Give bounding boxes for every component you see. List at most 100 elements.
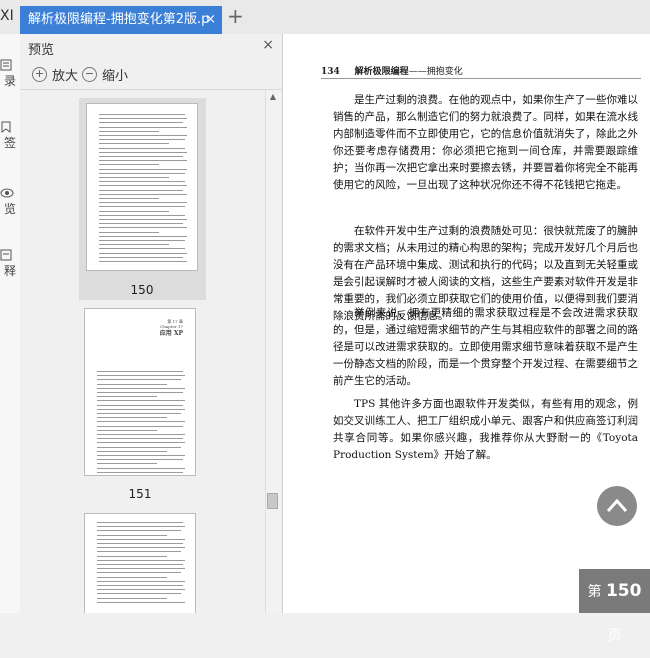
paragraph: 举例来说，拥有更精细的需求获取过程是不会改进需求获取的，但是，通过缩短需求细节的… <box>333 307 638 387</box>
previous-tab-fragment[interactable]: XI <box>0 8 14 24</box>
page-thumbnail-152[interactable] <box>84 513 196 613</box>
thumbnail-page-number: 150 <box>130 283 154 297</box>
thumbnail-page-number: 151 <box>128 487 152 501</box>
zoom-out-button[interactable]: − 缩小 <box>82 65 128 84</box>
thumbnail-text-line <box>99 114 185 115</box>
panel-divider <box>20 89 282 90</box>
scrollbar-thumb[interactable] <box>267 493 278 509</box>
thumbnail-text-line <box>97 434 185 435</box>
zoom-in-button[interactable]: + 放大 <box>32 65 78 84</box>
thumbnail-text-line <box>97 564 183 565</box>
thumbnail-text-line <box>97 580 185 582</box>
new-tab-button[interactable]: + <box>227 5 244 27</box>
thumbnail-text-line <box>97 421 185 423</box>
thumbnail-text-line <box>99 164 159 166</box>
thumbnail-text-line <box>99 185 187 187</box>
nav-item-preview[interactable]: 览 <box>0 186 20 217</box>
nav-item-toc[interactable]: 录 <box>0 58 20 89</box>
thumbnail-text-line <box>99 130 159 132</box>
thumbnail-text-line <box>97 375 185 377</box>
nav-item-label: 览 <box>3 202 16 216</box>
document-tab-active[interactable]: 解析极限编程-拥抱变化第2版.p × <box>20 6 222 34</box>
page-header: 134 解析极限编程——拥抱变化 <box>321 64 463 77</box>
thumbnail-text-line <box>97 526 185 528</box>
left-side-nav: 录 签 览 释 <box>0 34 21 613</box>
thumbnail-text-line <box>97 379 181 381</box>
chevron-up-icon <box>606 498 628 513</box>
close-icon[interactable]: × <box>205 6 216 34</box>
thumbnail-text-line <box>99 219 187 220</box>
thumbnail-text-line <box>97 387 185 389</box>
thumbnail-text-line <box>97 522 183 523</box>
thumbnail-text-line <box>97 589 185 591</box>
thumbnail-text-line <box>97 585 183 586</box>
thumbnail-text-line <box>97 543 183 544</box>
list-icon <box>0 59 12 71</box>
page-badge-prefix: 第 <box>587 584 602 600</box>
panel-title: 预览 <box>28 43 55 58</box>
thumbnail-text-line <box>97 572 181 574</box>
thumbnail-text-line <box>97 392 183 393</box>
nav-item-label: 释 <box>3 264 16 278</box>
thumbnail-text-line <box>97 538 185 540</box>
thumbnail-text-line <box>97 530 181 532</box>
thumbnail-text-line <box>99 151 187 153</box>
bookmark-icon <box>1 121 11 133</box>
thumbnail-text-line <box>99 252 187 254</box>
thumbnail-text-line <box>97 459 183 461</box>
thumbnail-text-line <box>97 408 185 410</box>
thumbnail-text-line <box>97 597 167 599</box>
page-thumbnail-151[interactable]: 第 17 章 Chapter 17 应用 XP <box>84 308 196 476</box>
thumbnail-text-line <box>99 181 185 183</box>
thumbnail-text-line <box>97 442 185 444</box>
page-thumbnail-150[interactable] <box>86 103 198 271</box>
thumbnail-text-line <box>99 160 187 162</box>
thumbnail-text-line <box>97 396 157 398</box>
thumbnail-text-line <box>99 231 159 233</box>
thumbnail-text-line <box>99 244 169 246</box>
thumbnail-text-line <box>99 206 185 208</box>
thumbnail-text-line <box>99 118 187 120</box>
thumbnail-text-line <box>99 193 187 195</box>
thumbnail-text-line <box>99 261 187 262</box>
thumbnail-text-line <box>97 559 185 561</box>
annotation-icon <box>0 249 12 261</box>
thumbnail-text-line <box>99 210 169 212</box>
thumbnail-text-line <box>99 189 183 191</box>
thumbnail-text-line <box>97 438 183 440</box>
thumbnail-text-line <box>97 383 167 385</box>
thumbnail-text-line <box>99 139 185 141</box>
nav-item-label: 签 <box>3 136 16 150</box>
page-badge-suffix: 页 <box>607 628 622 644</box>
thumbnail-text-line <box>97 593 181 595</box>
thumbnail-text-line <box>97 371 183 372</box>
thumbnail-text-line <box>97 467 185 469</box>
scroll-up-arrow-icon[interactable]: ▲ <box>266 90 280 104</box>
thumbnail-text-line <box>97 471 183 473</box>
paragraph: 是生产过剩的浪费。在他的观点中，如果你生产了一些你难以销售的产品，那么制造它们的… <box>333 94 638 191</box>
thumbnail-text-line <box>99 248 185 250</box>
preview-scrollbar[interactable]: ▲ <box>265 90 280 613</box>
thumbnail-text-line <box>97 534 167 536</box>
book-subtitle: ——拥抱变化 <box>408 67 463 77</box>
nav-item-annotations[interactable]: 释 <box>0 248 20 279</box>
thumbnail-text-line <box>99 168 187 170</box>
thumbnail-text-line <box>99 122 183 124</box>
thumbnail-text-line <box>97 555 167 557</box>
scroll-to-top-button[interactable] <box>597 486 637 526</box>
page-badge-number: 150 <box>605 581 642 601</box>
thumbnail-text-line <box>97 425 183 427</box>
close-icon[interactable]: × <box>262 37 274 53</box>
zoom-in-icon: + <box>32 67 47 82</box>
thumbnail-text-line <box>99 156 183 157</box>
thumbnail-text-line <box>97 551 181 553</box>
zoom-out-icon: − <box>82 67 97 82</box>
thumbnail-text-line <box>99 214 185 216</box>
thumbnail-chapter-sub: Chapter 17 <box>160 324 183 329</box>
nav-item-bookmarks[interactable]: 签 <box>0 120 20 151</box>
tab-title: 解析极限编程-拥抱变化第2版.p <box>28 12 210 27</box>
thumbnail-chapter-title: 应用 XP <box>159 330 183 337</box>
thumbnail-text-line <box>99 202 187 204</box>
document-page-view[interactable]: 134 解析极限编程——拥抱变化 是生产过剩的浪费。在他的观点中，如果你生产了一… <box>283 34 650 613</box>
thumbnail-text-line <box>99 143 169 145</box>
